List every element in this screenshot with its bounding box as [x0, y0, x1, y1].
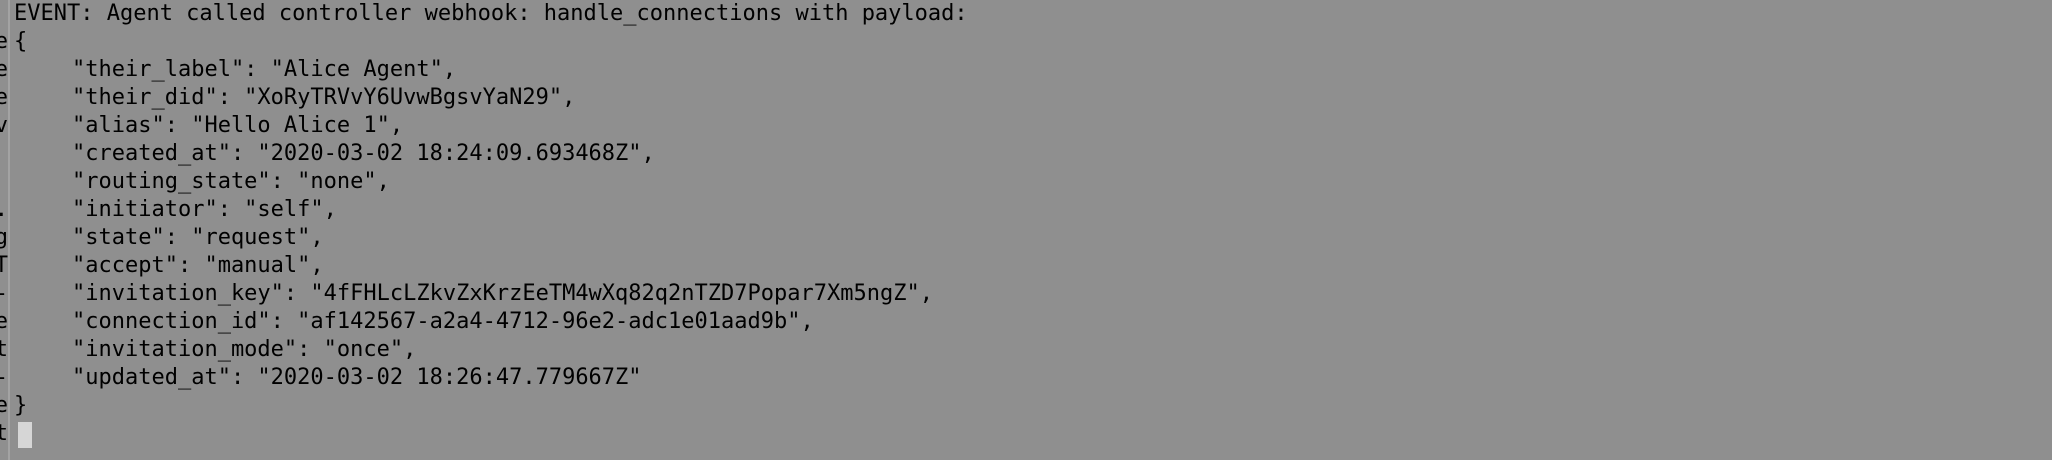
payload-line-updated-at: "updated_at": "2020-03-02 18:26:47.77966… [72, 365, 642, 390]
payload-line-alias: "alias": "Hello Alice 1", [72, 113, 404, 138]
payload-line-invitation-key: "invitation_key": "4fFHLcLZkvZxKrzEeTM4w… [72, 281, 933, 306]
payload-line-state: "state": "request", [72, 225, 324, 250]
payload-line-connection-id: "connection_id": "af142567-a2a4-4712-96e… [72, 309, 814, 334]
payload-line-created-at: "created_at": "2020-03-02 18:24:09.69346… [72, 141, 655, 166]
payload-line-their-label: "their_label": "Alice Agent", [72, 57, 457, 82]
payload-line-their-did: "their_did": "XoRyTRVvY6UvwBgsvYaN29", [72, 85, 576, 110]
left-terminal-pane[interactable]: e e e v . g T - e t - e t [0, 0, 8, 460]
event-line: EVENT: Agent called controller webhook: … [14, 1, 968, 26]
payload-line-routing-state: "routing_state": "none", [72, 169, 390, 194]
payload-line-accept: "accept": "manual", [72, 253, 324, 278]
prompt-line[interactable] [14, 420, 2052, 448]
payload-line-invitation-mode: "invitation_mode": "once", [72, 337, 417, 362]
payload-line-initiator: "initiator": "self", [72, 197, 337, 222]
json-open-brace: { [14, 29, 28, 54]
pane-divider[interactable] [8, 0, 10, 460]
terminal-output-pane[interactable]: EVENT: Agent called controller webhook: … [14, 0, 2052, 460]
json-close-brace: } [14, 393, 28, 418]
terminal-window[interactable]: e e e v . g T - e t - e t EVENT: Agent c… [0, 0, 2052, 460]
terminal-cursor[interactable] [18, 422, 32, 448]
left-pane-fragment-text: e e e v . g T - e t - e t [0, 29, 8, 446]
